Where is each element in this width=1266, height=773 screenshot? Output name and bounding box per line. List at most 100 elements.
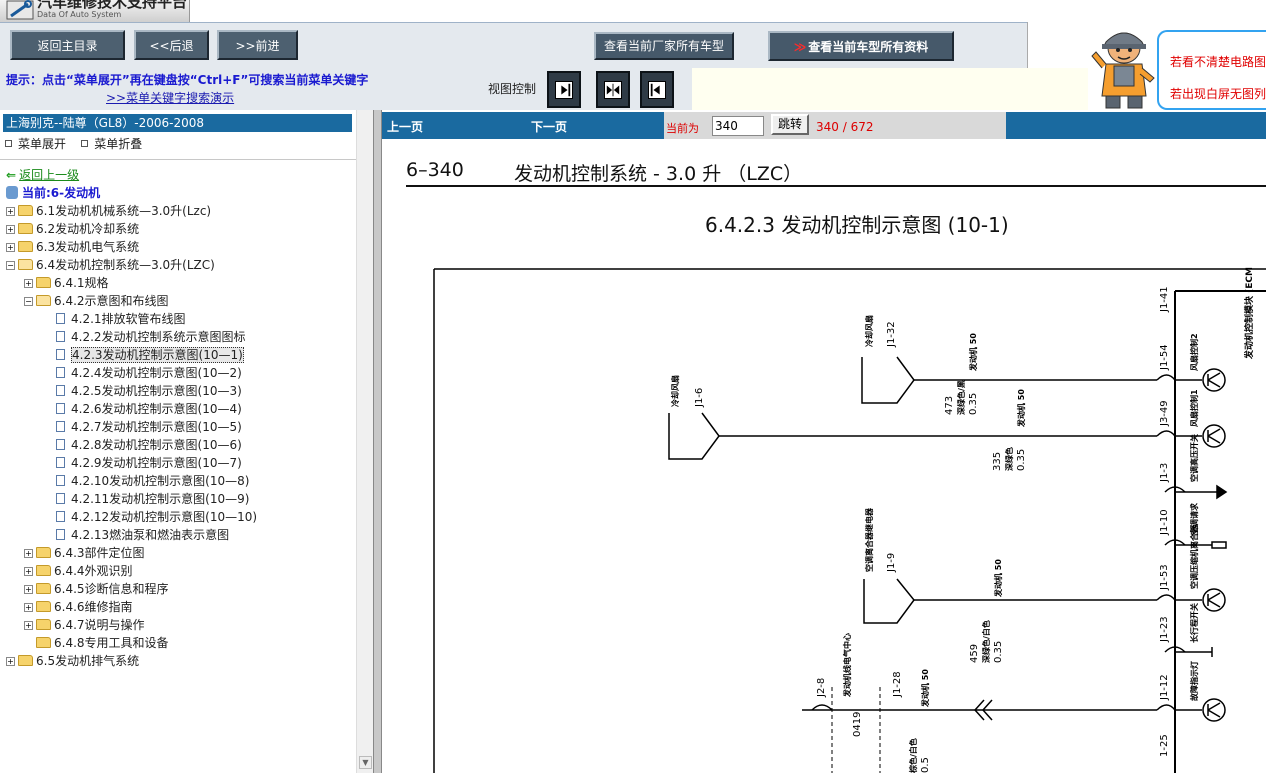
expand-right-icon (555, 81, 573, 99)
tree-item[interactable]: +6.5发动机排气系统 (6, 652, 139, 670)
home-button[interactable]: 返回主目录 (10, 30, 125, 60)
tree-item[interactable]: +6.4.3部件定位图 (24, 544, 145, 562)
connector-pin: J1-28 (892, 671, 903, 698)
wire-gauge: 0.35 (1016, 449, 1027, 471)
tree-item[interactable]: 4.2.11发动机控制示意图(10—9) (56, 490, 249, 508)
connector-pin: J2-8 (816, 678, 827, 698)
all-docs-button[interactable]: ≫ 查看当前车型所有资料 (768, 31, 954, 61)
jump-button[interactable]: 跳转 (771, 114, 809, 135)
expand-icon[interactable]: + (24, 603, 33, 612)
expand-icon[interactable]: + (24, 549, 33, 558)
expand-icon[interactable]: + (24, 279, 33, 288)
forward-button[interactable]: >>前进 (217, 30, 298, 60)
folder-icon (36, 619, 51, 630)
tree-item[interactable]: +6.3发动机电气系统 (6, 238, 139, 256)
wiring-diagram: 发动机控制模块 (ECM) J1-41J1-54J3-49J1-3J1-10J1… (433, 267, 1266, 773)
notice-line-1[interactable]: 若看不清楚电路图 (1170, 53, 1266, 70)
back-button[interactable]: <<后退 (134, 30, 209, 60)
back-arrow-icon: ⇐ (6, 168, 17, 182)
collapse-icon[interactable]: − (24, 297, 33, 306)
tree-item[interactable]: 4.2.5发动机控制示意图(10—3) (56, 382, 242, 400)
folder-icon (36, 637, 51, 648)
prev-page-link[interactable]: 上一页 (387, 118, 423, 135)
tree-item-label: 6.1发动机机械系统—3.0升(Lzc) (36, 204, 212, 218)
folder-icon (18, 205, 33, 216)
scroll-down-icon[interactable]: ▼ (359, 756, 372, 769)
tree-item[interactable]: 4.2.1排放软管布线图 (56, 310, 186, 328)
next-page-link[interactable]: 下一页 (531, 118, 567, 135)
expand-icon[interactable]: + (24, 621, 33, 630)
component-label: 空调压缩机离合器 (1189, 524, 1199, 589)
tree-item-label: 6.4.7说明与操作 (54, 618, 145, 632)
tree-item[interactable]: 4.2.2发动机控制系统示意图图标 (56, 328, 246, 346)
view-left-pane-button[interactable] (547, 71, 581, 108)
tree-item[interactable]: 4.2.4发动机控制示意图(10—2) (56, 364, 242, 382)
menu-controls: 菜单展开 菜单折叠 (5, 135, 142, 152)
component-label: 故障指示灯 (1189, 661, 1199, 701)
tree-item[interactable]: 4.2.3发动机控制示意图(10—1) (56, 346, 244, 364)
expand-icon[interactable]: + (24, 585, 33, 594)
ecm-pin-label: J1-53 (1159, 564, 1170, 591)
expand-icon[interactable] (24, 637, 33, 646)
connector-fan-2 (668, 412, 720, 460)
expand-icon[interactable]: + (6, 243, 15, 252)
tree-item[interactable]: +6.4.4外观识别 (24, 562, 133, 580)
folder-open-icon (36, 295, 51, 306)
document-icon (56, 493, 65, 504)
page-nav-bar: 上一页 下一页 当前为 跳转 340 / 672 (382, 112, 1266, 139)
menu-collapse-button[interactable]: 菜单折叠 (81, 137, 142, 151)
page-number-input[interactable] (712, 116, 764, 136)
document-icon (56, 529, 65, 540)
document-icon (56, 367, 65, 378)
tree-item[interactable]: +6.4.5诊断信息和程序 (24, 580, 169, 598)
tree-item[interactable]: 4.2.8发动机控制示意图(10—6) (56, 436, 242, 454)
expand-icon[interactable]: + (6, 225, 15, 234)
header-rule (406, 185, 1266, 187)
document-icon (56, 331, 65, 342)
folder-icon (36, 583, 51, 594)
wire-gauge: 0.35 (993, 641, 1004, 663)
tree-item[interactable]: 4.2.7发动机控制示意图(10—5) (56, 418, 242, 436)
folder-icon (18, 655, 33, 666)
expand-icon[interactable]: + (24, 567, 33, 576)
tree-item[interactable]: +6.4.7说明与操作 (24, 616, 145, 634)
tree-item[interactable]: 6.4.8专用工具和设备 (24, 634, 169, 652)
tree-item[interactable]: 4.2.10发动机控制示意图(10—8) (56, 472, 249, 490)
tree-item[interactable]: +6.4.1规格 (24, 274, 109, 292)
view-both-panes-button[interactable] (596, 71, 630, 108)
tree-item-label: 6.4.1规格 (54, 276, 109, 290)
doc-page-number: 6–340 (406, 159, 464, 181)
menu-scrollbar[interactable]: ▼ (356, 110, 373, 773)
collapse-icon[interactable]: − (6, 261, 15, 270)
tree-item[interactable]: 4.2.13燃油泵和燃油表示意图 (56, 526, 229, 544)
pane-splitter[interactable] (373, 110, 382, 773)
wire-gauge: 0.5 (920, 757, 931, 773)
menu-collapse-label: 菜单折叠 (94, 137, 143, 151)
expand-icon[interactable]: + (6, 657, 15, 666)
search-demo-link[interactable]: >>菜单关键字搜索演示 (106, 89, 234, 106)
all-models-button[interactable]: 查看当前厂家所有车型 (594, 32, 734, 60)
wire-circuit: 473 (944, 396, 955, 415)
tree-item[interactable]: +6.1发动机机械系统—3.0升(Lzc) (6, 202, 211, 220)
notice-line-2[interactable]: 若出现白屏无图列 (1170, 85, 1266, 102)
ecm-pin-label: J3-49 (1159, 400, 1170, 427)
menu-expand-button[interactable]: 菜单展开 (5, 137, 66, 151)
view-right-pane-button[interactable] (640, 71, 674, 108)
tree-item[interactable]: +6.4.6维修指南 (24, 598, 133, 616)
tree-item-label: 6.4.4外观识别 (54, 564, 133, 578)
tree-item-label: 4.2.11发动机控制示意图(10—9) (71, 492, 250, 506)
document-icon (56, 457, 65, 468)
tree-item[interactable]: +6.2发动机冷却系统 (6, 220, 139, 238)
tree-item[interactable]: 4.2.9发动机控制示意图(10—7) (56, 454, 242, 472)
tree-item[interactable]: 4.2.6发动机控制示意图(10—4) (56, 400, 242, 418)
tree-item-label: 4.2.3发动机控制示意图(10—1) (71, 347, 244, 363)
ecm-pin-label: J1-54 (1159, 344, 1170, 371)
tree-item[interactable]: − 6.4发动机控制系统—3.0升(LZC) (6, 256, 215, 274)
expand-icon[interactable]: + (6, 207, 15, 216)
current-page-label: 当前为 (666, 122, 699, 135)
doc-title: 6.4.2.3 发动机控制示意图 (10-1) (705, 213, 1009, 237)
view-control-label: 视图控制 (488, 82, 537, 96)
tree-item[interactable]: 4.2.12发动机控制示意图(10—10) (56, 508, 257, 526)
tree-item[interactable]: − 6.4.2示意图和布线图 (24, 292, 169, 310)
tree-back-link[interactable]: ⇐ 返回上一级 (6, 166, 79, 184)
